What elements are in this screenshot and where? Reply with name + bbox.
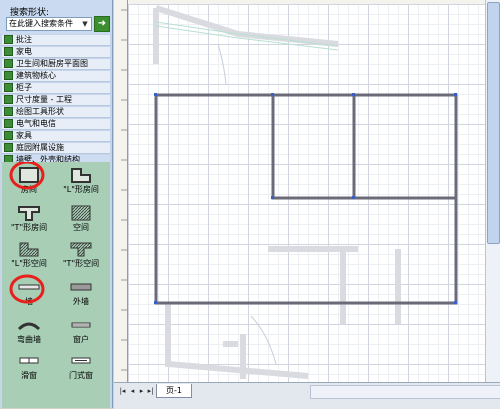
next-page-icon[interactable]: ▸	[137, 386, 146, 397]
walls	[154, 93, 458, 305]
stencil-icon	[4, 71, 13, 80]
page-navigation-bar: |◂ ◂ ▸ ▸| 页-1	[114, 382, 500, 409]
stencil-icon	[4, 95, 13, 104]
stencil-item[interactable]: 批注	[2, 35, 110, 46]
room-left	[271, 93, 356, 200]
floor-plan	[153, 5, 458, 379]
shape-window[interactable]: 窗户	[56, 316, 106, 345]
stencil-icon	[4, 131, 13, 140]
prev-page-icon[interactable]: ◂	[128, 386, 137, 397]
shape-sliding-window[interactable]: 滑窗	[4, 352, 54, 381]
room-right	[352, 93, 458, 200]
highlight-circle-wall	[9, 274, 45, 304]
highlight-annotations	[9, 162, 45, 304]
window-icon	[69, 316, 93, 334]
last-page-icon[interactable]: ▸|	[146, 386, 155, 397]
curved-wall-icon	[17, 316, 41, 334]
stencil-item[interactable]: 家电	[2, 47, 110, 58]
stencil-item[interactable]: 尺寸度量 - 工程	[2, 95, 110, 106]
door-swing	[217, 43, 227, 85]
page-tab[interactable]: 页-1	[156, 384, 192, 398]
sliding-window-icon	[17, 352, 41, 370]
stencil-icon	[4, 107, 13, 116]
stencil-icon	[4, 35, 13, 44]
stencil-icon	[4, 47, 13, 56]
shape-curved-wall[interactable]: 弯曲墙	[4, 316, 54, 345]
chevron-down-icon[interactable]: ▼	[80, 18, 90, 30]
stencil-icon	[4, 59, 13, 68]
horizontal-scrollbar[interactable]	[310, 385, 500, 399]
drawing-canvas[interactable]	[128, 4, 485, 382]
shape-door-window[interactable]: 门式窗	[56, 352, 106, 381]
first-page-icon[interactable]: |◂	[118, 386, 127, 397]
shapes-grid: 房间 "L"形房间 "T"形房间 空间 "L"形空间 "T"形空间 墙 外墙 弯…	[2, 162, 110, 408]
stencil-item[interactable]: 柜子	[2, 83, 110, 94]
stencil-icon	[4, 143, 13, 152]
stencil-icon	[4, 83, 13, 92]
shape-label: 弯曲墙	[17, 335, 41, 344]
stencil-icon	[4, 119, 13, 128]
background-plan	[153, 5, 401, 379]
shape-label: 门式窗	[69, 371, 93, 380]
arrow-right-icon[interactable]: ➜	[94, 16, 110, 32]
stencil-list: 批注 家电 卫生间和厨房平面图 建筑物核心 柜子 尺寸度量 - 工程 绘图工具形…	[2, 35, 110, 167]
shape-label: 滑窗	[21, 371, 37, 380]
vertical-ruler	[114, 0, 128, 386]
stencil-item[interactable]: 绘图工具形状	[2, 107, 110, 118]
shape-label: 窗户	[73, 335, 89, 344]
stencil-item[interactable]: 庭园附属设施	[2, 143, 110, 154]
highlight-circle-room	[9, 162, 45, 190]
door-swing	[250, 315, 277, 365]
vertical-scroll-thumb[interactable]	[487, 2, 500, 244]
door-window-icon	[69, 352, 93, 370]
stencil-item[interactable]: 卫生间和厨房平面图	[2, 59, 110, 70]
stencil-item[interactable]: 电气和电信	[2, 119, 110, 130]
stencil-item[interactable]: 建筑物核心	[2, 71, 110, 82]
stencil-item[interactable]: 家具	[2, 131, 110, 142]
